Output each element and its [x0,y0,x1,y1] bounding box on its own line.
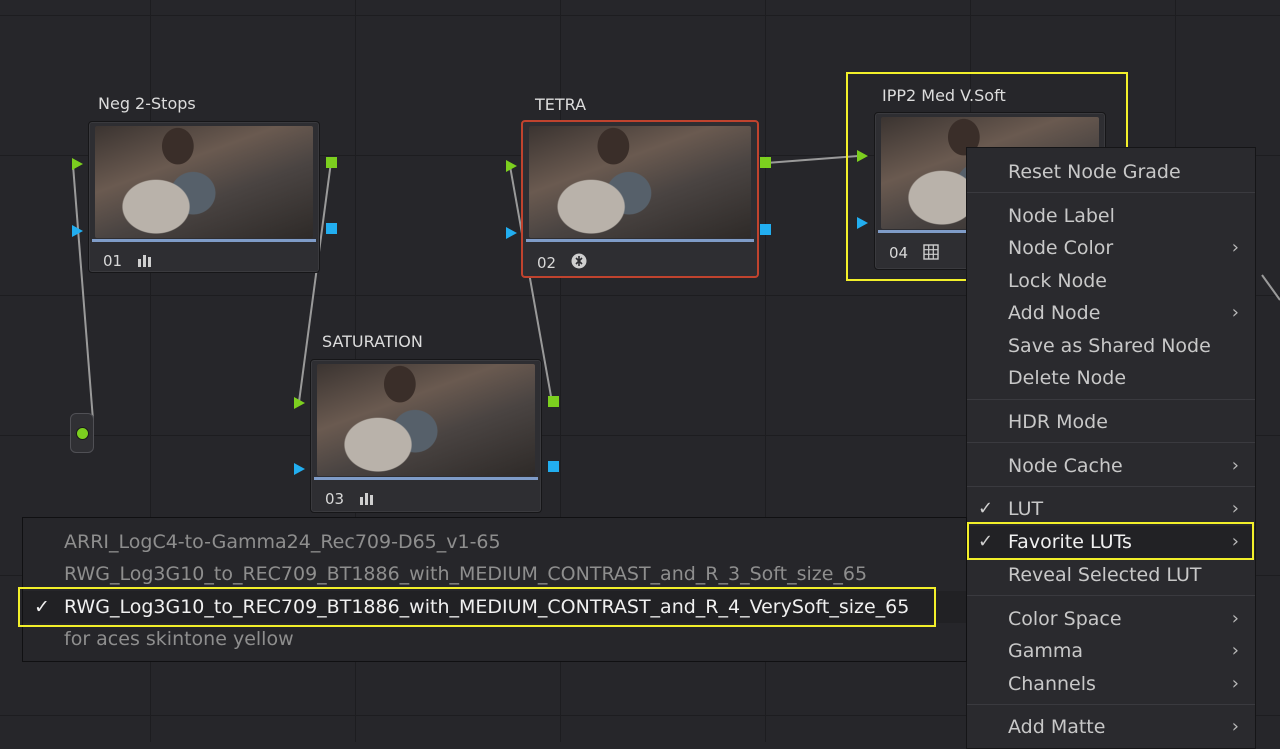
node-01-rgb-output[interactable] [326,157,337,168]
check-icon: ✓ [978,498,994,519]
menu-separator [967,486,1255,487]
connection-node04-output [1261,274,1280,301]
node-01-alpha-output[interactable] [326,223,337,234]
node-02-number: 02 [537,254,557,272]
connection-node02-to-node04 [765,155,859,164]
lut-item-rwg-r3-soft[interactable]: RWG_Log3G10_to_REC709_BT1886_with_MEDIUM… [23,558,966,590]
source-output-dot[interactable] [76,427,89,440]
chevron-right-icon: › [1231,455,1239,476]
menu-separator [967,704,1255,705]
chevron-right-icon: › [1231,716,1239,737]
node-04-number: 04 [889,244,909,262]
node-01-number: 01 [103,252,123,270]
menu-gamma[interactable]: Gamma › [967,635,1255,667]
menu-color-space[interactable]: Color Space › [967,603,1255,635]
source-input-node[interactable] [70,413,94,453]
bars-icon [138,255,151,267]
lut-item-arri-logc4[interactable]: ARRI_LogC4-to-Gamma24_Rec709-D65_v1-65 [23,526,966,558]
menu-reveal-selected-lut[interactable]: Reveal Selected LUT [967,559,1255,591]
node-01-alpha-input[interactable] [72,225,83,237]
check-icon: ✓ [34,596,50,618]
node-context-menu: Reset Node Grade Node Label Node Color › … [966,147,1256,749]
node-01[interactable]: 01 [88,121,320,273]
menu-lock-node[interactable]: Lock Node [967,265,1255,297]
node-02-rgb-input[interactable] [506,160,517,172]
chevron-right-icon: › [1231,640,1239,661]
menu-separator [967,442,1255,443]
aperture-icon [571,253,587,269]
node-02-alpha-input[interactable] [506,227,517,239]
node-03-thumbnail [317,364,535,476]
chevron-right-icon: › [1231,498,1239,519]
check-icon: ✓ [978,531,994,552]
node-03-alpha-output[interactable] [548,461,559,472]
node-01-rgb-input[interactable] [72,158,83,170]
menu-node-color[interactable]: Node Color › [967,232,1255,264]
grid-icon [923,244,939,260]
chevron-right-icon: › [1231,673,1239,694]
node-04-alpha-input[interactable] [857,217,868,229]
menu-save-as-shared-node[interactable]: Save as Shared Node [967,330,1255,362]
node-04-title: IPP2 Med V.Soft [882,86,1006,105]
menu-channels[interactable]: Channels › [967,668,1255,700]
menu-add-node[interactable]: Add Node › [967,297,1255,329]
node-02-title: TETRA [535,95,587,114]
menu-delete-node[interactable]: Delete Node [967,362,1255,394]
chevron-right-icon: › [1231,302,1239,323]
menu-favorite-luts[interactable]: ✓ Favorite LUTs › [967,526,1255,558]
node-03-alpha-input[interactable] [294,463,305,475]
menu-reset-node-grade[interactable]: Reset Node Grade [967,156,1255,188]
chevron-right-icon: › [1231,608,1239,629]
node-03-rgb-input[interactable] [294,397,305,409]
menu-separator [967,595,1255,596]
node-03[interactable]: 03 [310,359,542,513]
node-02-alpha-output[interactable] [760,224,771,235]
menu-separator [967,399,1255,400]
node-02[interactable]: 02 [521,120,759,278]
chevron-right-icon: › [1231,531,1239,552]
node-01-thumbnail [95,126,313,238]
menu-node-cache[interactable]: Node Cache › [967,450,1255,482]
node-02-bar [526,239,754,242]
node-02-thumbnail [529,126,751,238]
favorite-luts-submenu: ARRI_LogC4-to-Gamma24_Rec709-D65_v1-65 R… [22,517,967,662]
menu-add-matte[interactable]: Add Matte › [967,711,1255,743]
menu-hdr-mode[interactable]: HDR Mode [967,406,1255,438]
node-03-bar [314,477,538,480]
node-03-title: SATURATION [322,332,423,351]
node-01-title: Neg 2-Stops [98,94,196,113]
lut-item-aces-skintone[interactable]: for aces skintone yellow [23,623,966,655]
lut-item-rwg-r4-verysoft[interactable]: ✓ RWG_Log3G10_to_REC709_BT1886_with_MEDIU… [23,591,966,623]
node-01-bar [92,239,316,242]
chevron-right-icon: › [1231,237,1239,258]
menu-lut[interactable]: ✓ LUT › [967,493,1255,525]
bars-icon [360,493,373,505]
node-03-rgb-output[interactable] [548,396,559,407]
node-02-rgb-output[interactable] [760,157,771,168]
menu-separator [967,192,1255,193]
node-04-rgb-input[interactable] [857,150,868,162]
node-03-number: 03 [325,490,345,508]
menu-node-label[interactable]: Node Label [967,200,1255,232]
